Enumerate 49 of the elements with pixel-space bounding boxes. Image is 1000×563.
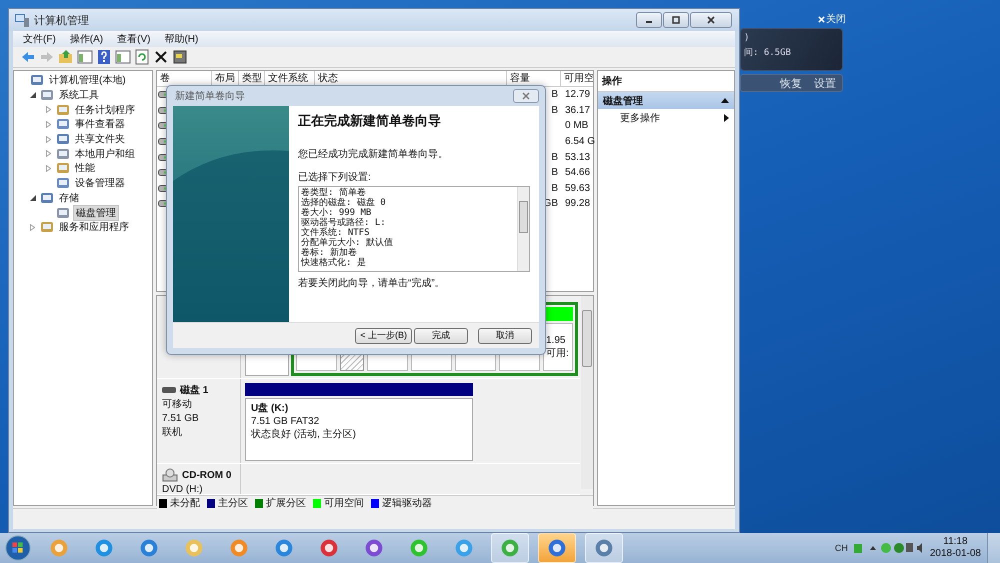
- table-cell: 0 MB: [565, 120, 588, 132]
- table-cell: 6.54 G: [565, 136, 596, 148]
- partition-text: 可用:: [546, 347, 570, 360]
- table-cell: 53.13: [565, 152, 590, 163]
- partition-name: U盘 (K:): [251, 402, 290, 415]
- wizard-message: 您已经成功完成新建简单卷向导。: [298, 148, 449, 161]
- table-cell: 99.28: [565, 198, 590, 210]
- window-title: 计算机管理: [34, 14, 89, 28]
- table-cell: 59.63: [565, 182, 590, 194]
- info-text: 间: 6.5GB: [744, 46, 792, 59]
- wizard-heading: 正在完成新建简单卷向导: [298, 112, 442, 130]
- setting-line: 分配单元大小: 默认值: [301, 238, 394, 248]
- setting-line: 驱动器号或路径: L:: [301, 218, 387, 228]
- legend-label: 扩展分区: [266, 496, 306, 510]
- disk-info: 联机: [162, 427, 183, 439]
- setting-line: 选择的磁盘: 磁盘 0: [301, 198, 387, 208]
- disk-info: DVD (H:): [162, 484, 204, 496]
- table-cell: B: [551, 104, 558, 116]
- setting-line: 文件系统: NTFS: [301, 228, 370, 238]
- action-label: 磁盘管理: [603, 94, 643, 108]
- setting-line: 快速格式化: 是: [301, 258, 367, 268]
- table-cell: B: [551, 89, 558, 100]
- legend-label: 可用空间: [324, 496, 364, 510]
- action-label: 更多操作: [620, 112, 660, 124]
- dialog-title: 新建简单卷向导: [175, 90, 245, 103]
- settings-label: 已选择下列设置:: [298, 170, 372, 184]
- partition-text: 1.95: [546, 334, 566, 347]
- info-text: ): [744, 33, 750, 43]
- setting-line: 卷标: 新加卷: [301, 248, 357, 258]
- wizard-hint: 若要关闭此向导，请单击“完成”。: [298, 277, 446, 290]
- disk-name: 磁盘 1: [180, 384, 208, 397]
- clock-date: 2018-01-08: [930, 548, 981, 560]
- disk-name: CD-ROM 0: [182, 470, 232, 480]
- table-cell: 36.17: [565, 104, 590, 116]
- legend-label: 主分区: [218, 496, 248, 510]
- disk-info: 可移动: [162, 399, 193, 411]
- table-cell: 54.66: [565, 167, 590, 178]
- table-cell: B: [551, 152, 558, 163]
- disk-info: 7.51 GB: [162, 413, 200, 425]
- legend-label: 未分配: [170, 496, 200, 510]
- setting-line: 卷类型: 简单卷: [301, 188, 366, 198]
- partition-text: 状态良好 (活动, 主分区): [251, 428, 357, 441]
- table-cell: B: [551, 167, 558, 178]
- legend-label: 逻辑驱动器: [382, 496, 432, 510]
- table-cell: 12.79: [565, 89, 590, 100]
- clock-time: 11:18: [943, 536, 968, 548]
- table-cell: B: [551, 182, 558, 194]
- partition-text: 7.51 GB FAT32: [251, 415, 320, 428]
- setting-line: 卷大小: 999 MB: [301, 208, 372, 218]
